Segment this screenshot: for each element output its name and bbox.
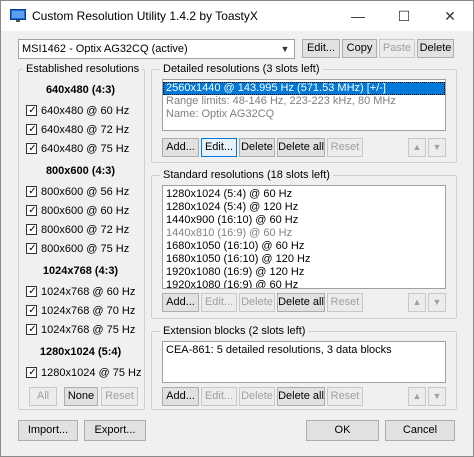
move-up-icon[interactable]: ▲: [408, 293, 426, 312]
checkbox-box[interactable]: ✓: [26, 124, 37, 135]
standard-resolutions-list[interactable]: 1280x1024 (5:4) @ 60 Hz 1280x1024 (5:4) …: [162, 185, 446, 289]
extension-delete-all-button[interactable]: Delete all: [277, 387, 325, 406]
detailed-reset-button[interactable]: Reset: [327, 138, 363, 157]
main-window: Custom Resolution Utility 1.4.2 by Toast…: [0, 0, 474, 457]
checkbox-box[interactable]: ✓: [26, 186, 37, 197]
checkmark-icon: ✓: [28, 124, 37, 135]
extension-blocks-list[interactable]: CEA-861: 5 detailed resolutions, 3 data …: [162, 341, 446, 383]
checkbox-label: 1024x768 @ 60 Hz: [41, 286, 136, 298]
list-item[interactable]: 1920x1080 (16:9) @ 120 Hz: [163, 266, 445, 279]
established-resolutions-label: Established resolutions: [23, 63, 143, 76]
checkbox-label: 640x480 @ 60 Hz: [41, 105, 130, 117]
checkbox-label: 1024x768 @ 70 Hz: [41, 305, 136, 317]
checkbox-label: 800x600 @ 60 Hz: [41, 205, 130, 217]
checkmark-icon: ✓: [28, 224, 37, 235]
checkbox-label: 800x600 @ 56 Hz: [41, 186, 130, 198]
checkbox-box[interactable]: ✓: [26, 324, 37, 335]
detailed-resolutions-label: Detailed resolutions (3 slots left): [160, 63, 323, 76]
cancel-button[interactable]: Cancel: [385, 420, 455, 441]
established-all-button[interactable]: All: [29, 387, 57, 406]
maximize-button[interactable]: ☐: [381, 1, 427, 31]
move-down-icon[interactable]: ▼: [428, 387, 446, 406]
detailed-add-button[interactable]: Add...: [162, 138, 199, 157]
move-down-icon[interactable]: ▼: [428, 293, 446, 312]
checkbox-box[interactable]: ✓: [26, 143, 37, 154]
standard-edit-button[interactable]: Edit...: [201, 293, 237, 312]
list-item[interactable]: 1440x900 (16:10) @ 60 Hz: [163, 214, 445, 227]
standard-add-button[interactable]: Add...: [162, 293, 199, 312]
title-bar: Custom Resolution Utility 1.4.2 by Toast…: [1, 1, 473, 31]
checkbox-label: 640x480 @ 72 Hz: [41, 124, 130, 136]
ok-button[interactable]: OK: [306, 420, 379, 441]
checkmark-icon: ✓: [28, 324, 37, 335]
checkbox-box[interactable]: ✓: [26, 224, 37, 235]
window-title: Custom Resolution Utility 1.4.2 by Toast…: [32, 9, 258, 23]
established-reset-button[interactable]: Reset: [101, 387, 138, 406]
export-button[interactable]: Export...: [84, 420, 146, 441]
checkbox-box[interactable]: ✓: [26, 305, 37, 316]
list-item[interactable]: 1440x810 (16:9) @ 60 Hz: [163, 227, 445, 240]
monitor-copy-button[interactable]: Copy: [342, 39, 377, 58]
monitor-icon: [10, 9, 26, 22]
monitor-paste-button[interactable]: Paste: [379, 39, 415, 58]
monitor-select-value: MSI1462 - Optix AG32CQ (active): [22, 43, 188, 55]
list-item[interactable]: 1920x1080 (16:9) @ 60 Hz: [163, 279, 445, 288]
move-up-icon[interactable]: ▲: [408, 138, 426, 157]
import-button[interactable]: Import...: [18, 420, 78, 441]
checkbox-box[interactable]: ✓: [26, 243, 37, 254]
checkbox-label: 800x600 @ 75 Hz: [41, 243, 130, 255]
list-item[interactable]: Range limits: 48-146 Hz, 223-223 kHz, 80…: [163, 95, 445, 108]
checkbox-label: 640x480 @ 75 Hz: [41, 143, 130, 155]
list-item[interactable]: 1280x1024 (5:4) @ 120 Hz: [163, 201, 445, 214]
group-title-640x480: 640x480 (4:3): [45, 84, 116, 96]
detailed-delete-all-button[interactable]: Delete all: [277, 138, 325, 157]
checkmark-icon: ✓: [28, 243, 37, 254]
checkmark-icon: ✓: [28, 367, 37, 378]
checkbox-box[interactable]: ✓: [26, 105, 37, 116]
established-none-button[interactable]: None: [64, 387, 98, 406]
list-item[interactable]: 2560x1440 @ 143.995 Hz (571.53 MHz) [+/-…: [163, 82, 445, 95]
move-up-icon[interactable]: ▲: [408, 387, 426, 406]
checkmark-icon: ✓: [28, 143, 37, 154]
move-down-icon[interactable]: ▼: [428, 138, 446, 157]
standard-delete-button[interactable]: Delete: [239, 293, 275, 312]
checkmark-icon: ✓: [28, 305, 37, 316]
list-item[interactable]: 1680x1050 (16:10) @ 60 Hz: [163, 240, 445, 253]
checkbox-box[interactable]: ✓: [26, 205, 37, 216]
checkmark-icon: ✓: [28, 286, 37, 297]
detailed-delete-button[interactable]: Delete: [239, 138, 275, 157]
monitor-delete-button[interactable]: Delete: [417, 39, 454, 58]
list-item[interactable]: 1680x1050 (16:10) @ 120 Hz: [163, 253, 445, 266]
standard-reset-button[interactable]: Reset: [327, 293, 363, 312]
detailed-resolutions-list[interactable]: 2560x1440 @ 143.995 Hz (571.53 MHz) [+/-…: [162, 79, 446, 131]
group-title-1280x1024: 1280x1024 (5:4): [39, 346, 122, 358]
detailed-edit-button[interactable]: Edit...: [201, 138, 237, 157]
checkmark-icon: ✓: [28, 205, 37, 216]
checkbox-box[interactable]: ✓: [26, 286, 37, 297]
list-item[interactable]: 1280x1024 (5:4) @ 60 Hz: [163, 188, 445, 201]
checkbox-box[interactable]: ✓: [26, 367, 37, 378]
checkbox-label: 1024x768 @ 75 Hz: [41, 324, 136, 336]
chevron-down-icon: ▼: [280, 44, 290, 54]
extension-reset-button[interactable]: Reset: [327, 387, 363, 406]
extension-add-button[interactable]: Add...: [162, 387, 199, 406]
group-title-800x600: 800x600 (4:3): [45, 165, 116, 177]
checkmark-icon: ✓: [28, 186, 37, 197]
standard-delete-all-button[interactable]: Delete all: [277, 293, 325, 312]
list-item[interactable]: Name: Optix AG32CQ: [163, 108, 445, 121]
extension-blocks-label: Extension blocks (2 slots left): [160, 325, 309, 338]
list-item[interactable]: CEA-861: 5 detailed resolutions, 3 data …: [163, 344, 445, 357]
checkmark-icon: ✓: [28, 105, 37, 116]
extension-edit-button[interactable]: Edit...: [201, 387, 237, 406]
monitor-edit-button[interactable]: Edit...: [302, 39, 340, 58]
monitor-select[interactable]: MSI1462 - Optix AG32CQ (active) ▼: [18, 39, 295, 59]
minimize-button[interactable]: —: [335, 1, 381, 31]
group-title-1024x768: 1024x768 (4:3): [42, 265, 119, 277]
standard-resolutions-label: Standard resolutions (18 slots left): [160, 169, 333, 182]
close-window-button[interactable]: ✕: [427, 1, 473, 31]
extension-delete-button[interactable]: Delete: [239, 387, 275, 406]
checkbox-label: 800x600 @ 72 Hz: [41, 224, 130, 236]
established-resolutions-group: [18, 69, 145, 410]
checkbox-label: 1280x1024 @ 75 Hz: [41, 367, 142, 379]
